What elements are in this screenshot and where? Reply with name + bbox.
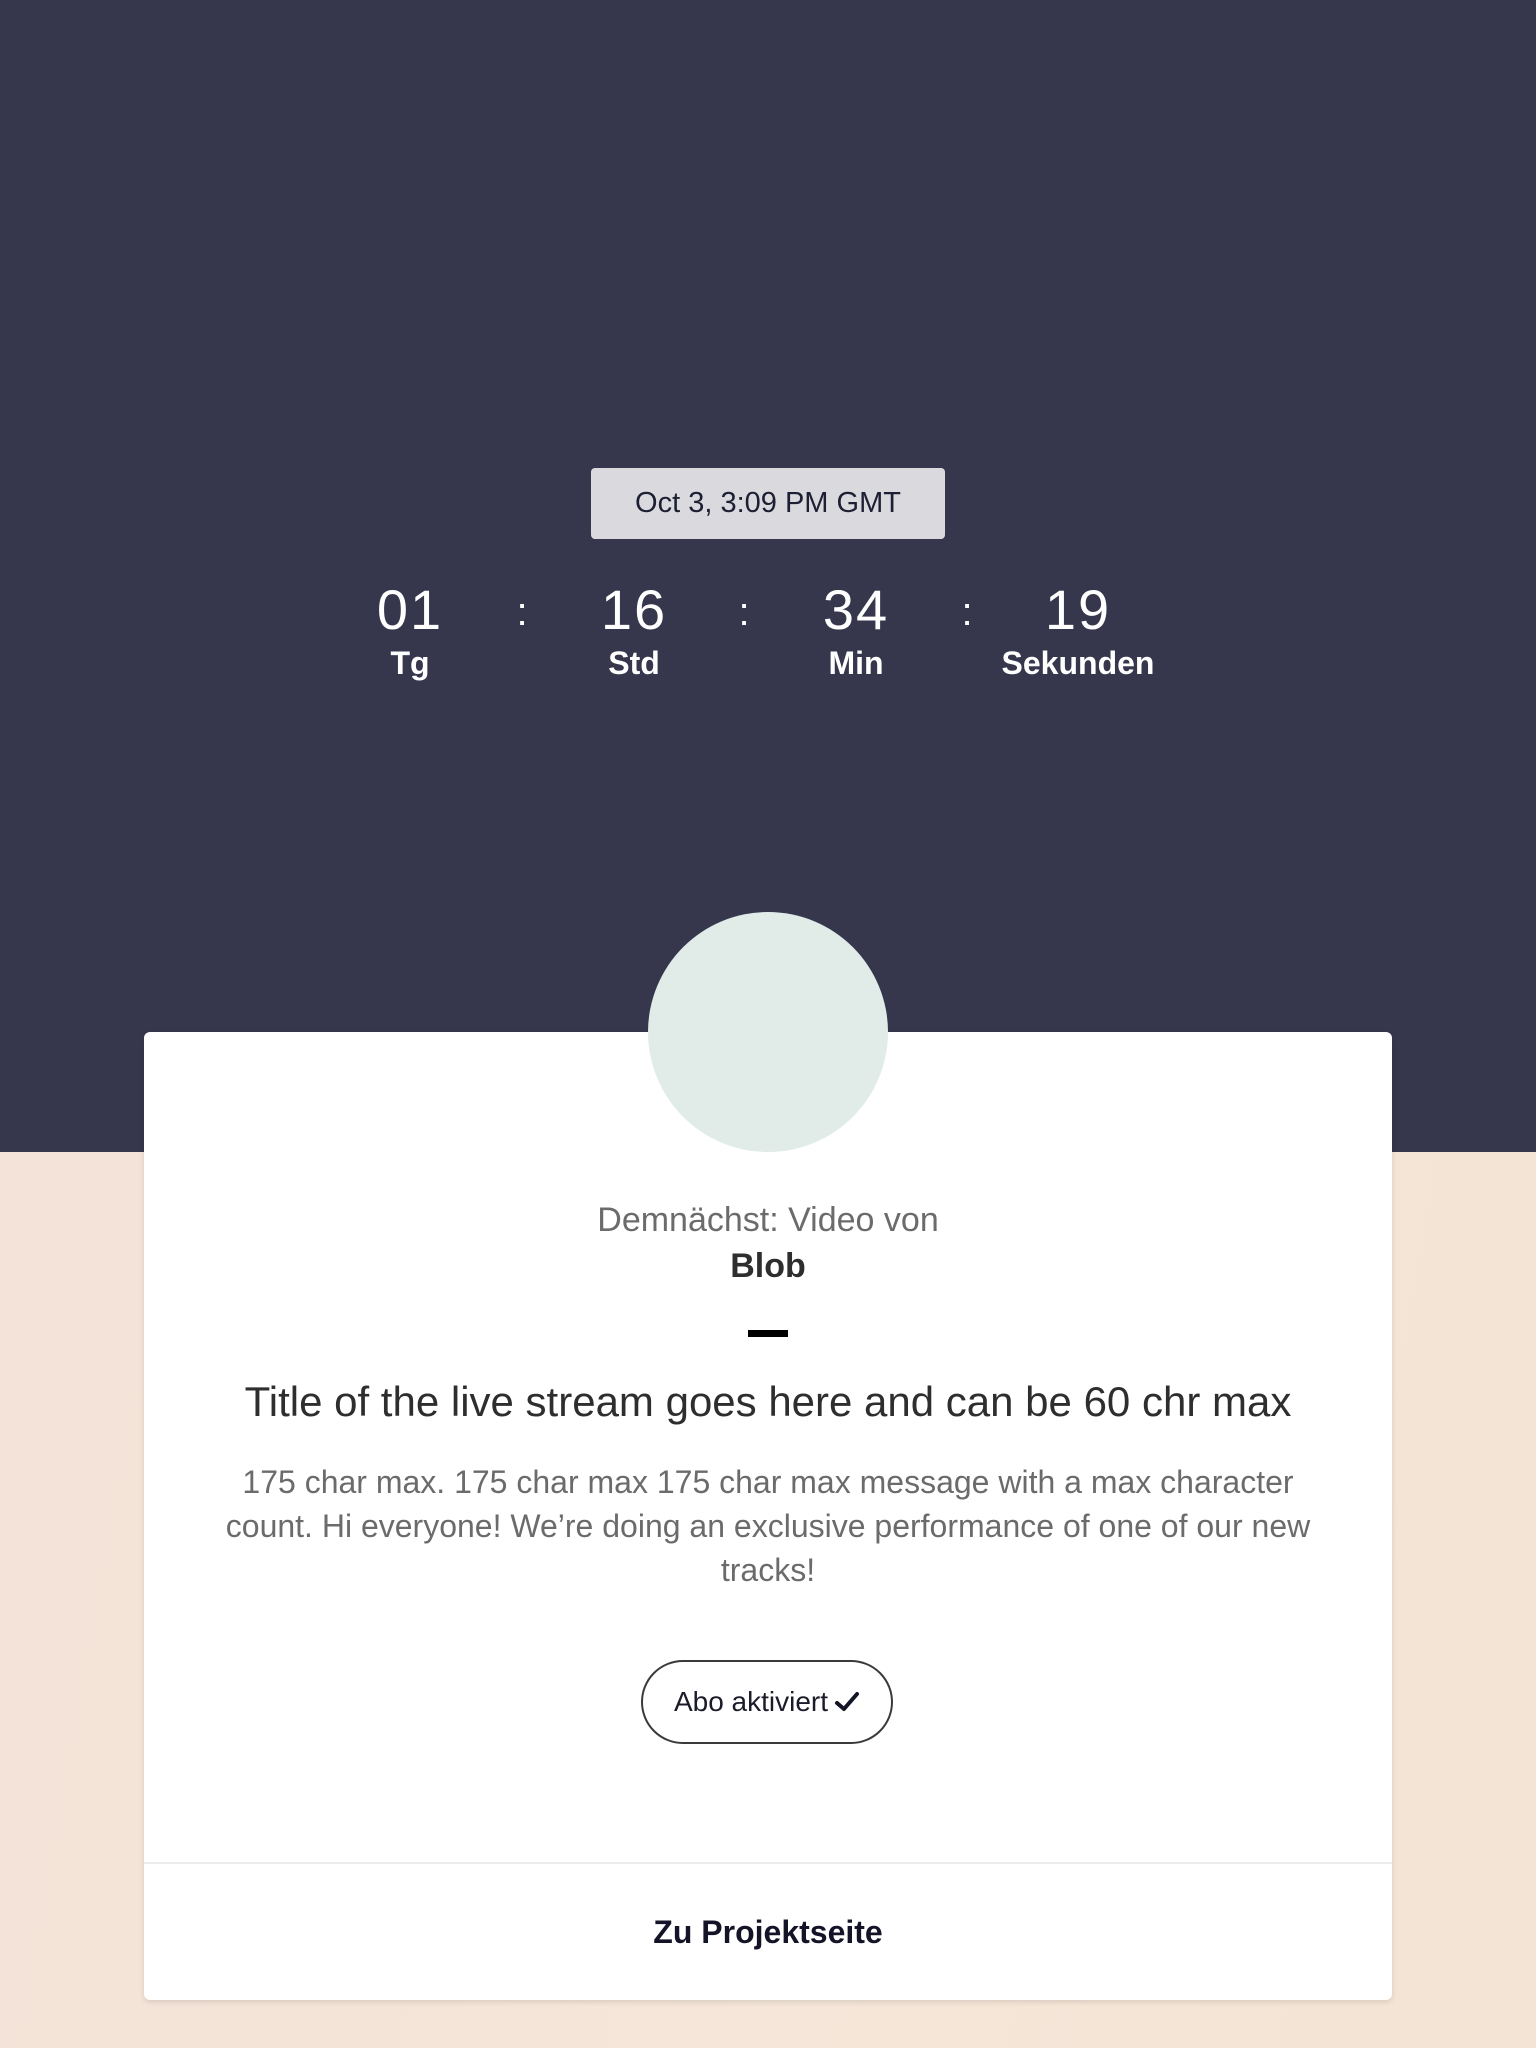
stream-title: Title of the live stream goes here and c… (244, 1378, 1292, 1425)
countdown-days: 01 Tg (290, 575, 530, 683)
project-page-link[interactable]: Zu Projektseite (144, 1864, 1392, 2000)
countdown-minutes-value: 34 (822, 578, 890, 641)
countdown-seconds-label: Sekunden (1001, 645, 1155, 681)
event-datetime-badge: Oct 3, 3:09 PM GMT (591, 468, 945, 539)
countdown-timer: 01 Tg : 16 Std : 34 Min : 19 Sekunden (0, 575, 1536, 695)
check-icon (834, 1689, 860, 1715)
countdown-days-value: 01 (376, 578, 444, 641)
stream-message: 175 char max. 175 char max 175 char max … (225, 1464, 1311, 1588)
countdown-seconds-value: 19 (1044, 578, 1112, 641)
livestream-card: Demnächst: Video von Blob Title of the l… (144, 1032, 1392, 2000)
artist-name: Blob (730, 1247, 806, 1285)
countdown-hours-label: Std (608, 645, 660, 681)
countdown-minutes: 34 Min (736, 575, 976, 683)
subscription-button-label: Abo aktiviert (673, 1686, 829, 1717)
countdown-hours: 16 Std (514, 575, 754, 683)
countdown-minutes-label: Min (828, 645, 884, 681)
countdown-days-label: Tg (390, 645, 430, 681)
avatar (648, 912, 888, 1152)
subscription-button[interactable]: Abo aktiviert (641, 1660, 893, 1744)
countdown-seconds: 19 Sekunden (958, 575, 1198, 683)
countdown-hours-value: 16 (600, 578, 668, 641)
upcoming-label: Demnächst: Video von (597, 1201, 939, 1239)
divider-dash (748, 1330, 788, 1337)
